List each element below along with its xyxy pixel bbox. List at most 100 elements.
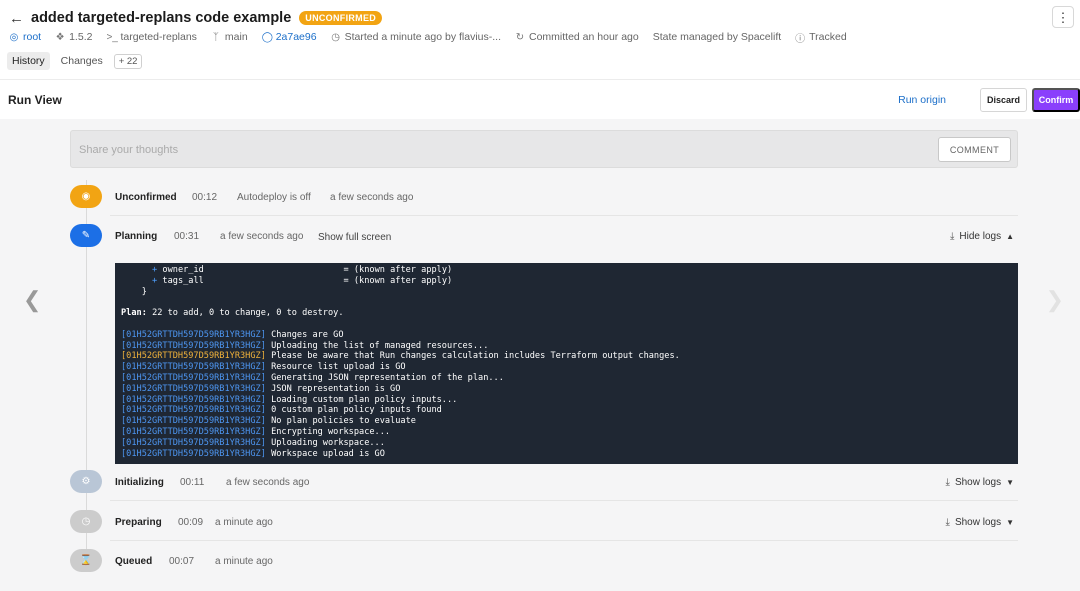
plan-summary-line: Plan: 22 to add, 0 to change, 0 to destr… [121, 308, 344, 319]
status-badge: UNCONFIRMED [299, 11, 383, 25]
run-id: [01H52GRTTDH597D59RB1YR3HGZ] [121, 448, 266, 459]
tabs-row: History Changes + 22 [7, 52, 143, 70]
started-label: Started a minute ago by flavius-... [344, 31, 501, 43]
commit-link[interactable]: ◯ 2a7ae96 [262, 31, 317, 43]
run-view-title: Run View [8, 93, 62, 107]
committed-label: Committed an hour ago [529, 31, 639, 43]
run-view-main: ❮ ❯ COMMENT ◉ Unconfirmed 00:12 Autodepl… [0, 119, 1080, 591]
tab-changes[interactable]: Changes [56, 52, 108, 70]
tab-history[interactable]: History [7, 52, 50, 70]
log-message: Changes are GO [271, 329, 344, 340]
clock-icon: ◷ [331, 31, 340, 43]
log-line: } [141, 286, 147, 297]
title-row: ← added targeted-replans code example UN… [9, 8, 383, 28]
log-line: [01H52GRTTDH597D59RB1YR3HGZ] No plan pol… [121, 416, 1012, 427]
log-line: [01H52GRTTDH597D59RB1YR3HGZ] Uploading w… [121, 438, 1012, 449]
started-info: ◷ Started a minute ago by flavius-... [331, 31, 501, 43]
hide-logs-toggle[interactable]: ⤓ Hide logs ▲ [950, 231, 1014, 242]
stack-name: root [23, 31, 42, 43]
step-duration: 00:07 [169, 556, 195, 567]
run-timeline-panel: COMMENT ◉ Unconfirmed 00:12 Autodeploy i… [70, 130, 1018, 588]
download-icon[interactable]: ⤓ [950, 231, 954, 242]
divider [110, 500, 1018, 501]
step-duration: 00:09 [178, 517, 204, 528]
log-message: Resource list upload is GO [271, 362, 406, 373]
run-id: [01H52GRTTDH597D59RB1YR3HGZ] [121, 362, 266, 373]
comment-button[interactable]: COMMENT [938, 137, 1011, 162]
log-line: [01H52GRTTDH597D59RB1YR3HGZ] Changes are… [121, 330, 1012, 341]
divider [110, 540, 1018, 541]
confirm-button[interactable]: Confirm [1032, 88, 1080, 112]
tracked-label: Tracked [809, 31, 847, 43]
info-icon: ⓘ [795, 33, 806, 45]
chevron-down-icon: ▼ [1006, 518, 1014, 527]
log-line: [01H52GRTTDH597D59RB1YR3HGZ] Resource li… [121, 362, 1012, 373]
log-line: + owner_id = (known after apply) [152, 265, 453, 275]
step-label: Unconfirmed [115, 192, 177, 203]
tool-info: >_ targeted-replans [106, 31, 196, 43]
run-origin-link[interactable]: Run origin [898, 94, 946, 106]
run-id: [01H52GRTTDH597D59RB1YR3HGZ] [121, 351, 266, 362]
logs-toggle-label: Show logs [954, 477, 1002, 488]
chevron-down-icon: ▼ [1006, 478, 1014, 487]
log-message: No plan policies to evaluate [271, 416, 416, 427]
terraform-icon: ❖ [55, 31, 65, 43]
log-message: Encrypting workspace... [271, 426, 391, 437]
run-view-bar: Run View Run origin Discard Confirm [0, 81, 1080, 119]
log-line: [01H52GRTTDH597D59RB1YR3HGZ] JSON repres… [121, 384, 1012, 395]
run-title: added targeted-replans code example [31, 10, 292, 26]
more-menu-button[interactable]: ⋮ [1052, 6, 1074, 28]
hourglass-icon: ⌛ [70, 549, 102, 572]
step-queued: ⌛ Queued 00:07 a minute ago [70, 544, 1018, 580]
log-line: [01H52GRTTDH597D59RB1YR3HGZ] Encrypting … [121, 427, 1012, 438]
log-message: Uploading the list of managed resources.… [271, 340, 489, 351]
show-logs-toggle[interactable]: ⤓ Show logs ▼ [946, 477, 1014, 488]
log-message: Generating JSON representation of the pl… [271, 372, 504, 383]
step-time: a minute ago [215, 556, 273, 567]
commit-icon: ◯ [261, 31, 273, 43]
step-time: a few seconds ago [220, 231, 304, 242]
comment-input[interactable] [79, 139, 879, 161]
history-icon: ↻ [515, 31, 525, 43]
clock-icon: ◷ [70, 510, 102, 533]
back-arrow-icon[interactable]: ← [9, 11, 24, 26]
previous-run-arrow-icon[interactable]: ❮ [23, 289, 41, 311]
logs-toggle-label: Hide logs [959, 231, 1002, 242]
state-label: State managed by Spacelift [652, 31, 782, 43]
log-line: [01H52GRTTDH597D59RB1YR3HGZ] 0 custom pl… [121, 405, 1012, 416]
comment-box: COMMENT [70, 130, 1018, 168]
stack-link[interactable]: ◎ root [9, 31, 41, 43]
stack-icon: ◎ [9, 31, 19, 43]
branch-label: main [224, 31, 248, 43]
step-time: a minute ago [215, 517, 273, 528]
log-message: Workspace upload is GO [271, 448, 385, 459]
run-id: [01H52GRTTDH597D59RB1YR3HGZ] [121, 340, 266, 351]
tracked-info: ⓘ Tracked [795, 30, 847, 45]
next-run-arrow-icon[interactable]: ❯ [1046, 289, 1064, 311]
show-full-screen-link[interactable]: Show full screen [318, 232, 391, 243]
download-icon[interactable]: ⤓ [946, 517, 950, 528]
step-time: a few seconds ago [330, 192, 414, 203]
step-preparing: ◷ Preparing 00:09 a minute ago ⤓ Show lo… [70, 505, 1018, 541]
step-label: Planning [115, 231, 158, 242]
planning-log-terminal[interactable]: + owner_id = (known after apply) + tags_… [115, 263, 1018, 464]
step-label: Initializing [115, 477, 164, 488]
discard-button[interactable]: Discard [980, 88, 1027, 112]
branch-info: ᛉ main [211, 31, 248, 43]
log-message: Uploading workspace... [271, 437, 385, 448]
log-message: JSON representation is GO [271, 383, 401, 394]
step-label: Queued [115, 556, 153, 567]
tool-label: targeted-replans [120, 31, 197, 43]
log-line: [01H52GRTTDH597D59RB1YR3HGZ] Loading cus… [121, 395, 1012, 406]
show-logs-toggle[interactable]: ⤓ Show logs ▼ [946, 517, 1014, 528]
state-info: State managed by Spacelift [653, 31, 781, 43]
run-id: [01H52GRTTDH597D59RB1YR3HGZ] [121, 372, 266, 383]
download-icon[interactable]: ⤓ [946, 477, 950, 488]
logs-toggle-label: Show logs [954, 517, 1002, 528]
step-duration: 00:11 [180, 477, 205, 488]
version-info: ❖ 1.5.2 [55, 31, 93, 43]
run-id: [01H52GRTTDH597D59RB1YR3HGZ] [121, 329, 266, 340]
log-line: [01H52GRTTDH597D59RB1YR3HGZ] Uploading t… [121, 341, 1012, 352]
